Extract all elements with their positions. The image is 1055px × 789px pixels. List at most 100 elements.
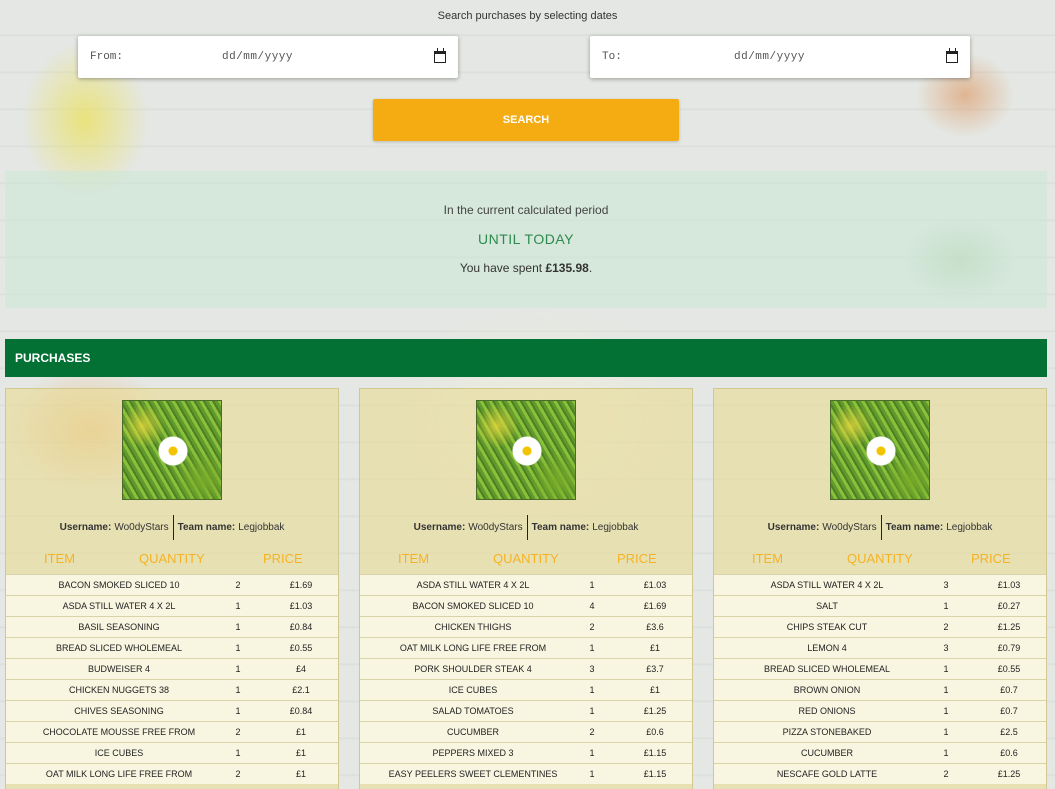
item-quantity: 1 xyxy=(235,685,241,695)
item-price: £1.69 xyxy=(289,580,313,590)
from-date-input[interactable]: From: dd/mm/yyyy xyxy=(78,36,458,78)
item-quantity: 3 xyxy=(589,664,595,674)
table-row: PIZZA STONEBAKED 1 £2.5 xyxy=(714,721,1046,742)
table-row: RED ONIONS 1 £0.7 xyxy=(714,700,1046,721)
item-name: BREAD SLICED WHOLEMEAL xyxy=(763,664,891,674)
item-price: £0.6 xyxy=(646,727,664,737)
daisy-photo xyxy=(476,400,576,500)
column-header-item: ITEM xyxy=(398,551,430,566)
item-name: BREAD SLICED WHOLEMEAL xyxy=(55,643,183,653)
card-user-info: Username: Wo0dyStars Team name: Legjobbak xyxy=(360,515,692,540)
calendar-icon[interactable] xyxy=(434,48,446,63)
date-search-area: Search purchases by selecting dates From… xyxy=(0,0,1055,170)
item-quantity: 2 xyxy=(235,727,241,737)
item-price: £1 xyxy=(295,727,306,737)
item-price: £1.03 xyxy=(997,580,1021,590)
item-quantity: 1 xyxy=(589,748,595,758)
from-date-label: From: xyxy=(90,51,124,63)
item-name: ICE CUBES xyxy=(448,685,498,695)
to-date-label: To: xyxy=(602,51,622,63)
item-name: CHOCOLATE MOUSSE FREE FROM xyxy=(42,727,196,737)
spent-prefix: You have spent xyxy=(459,261,546,275)
item-quantity: 1 xyxy=(589,580,595,590)
purchase-table: ASDA STILL WATER 4 X 2L 1 £1.03 BACON SMOKE… xyxy=(360,574,692,784)
item-name: PIZZA STONEBAKED xyxy=(782,727,872,737)
calendar-icon[interactable] xyxy=(946,48,958,63)
item-name: ASDA STILL WATER 4 X 2L xyxy=(62,601,176,611)
table-row: SALT 1 £0.27 xyxy=(714,595,1046,616)
team-name-label: Team name: xyxy=(885,522,944,533)
purchase-card: Username: Wo0dyStars Team name: Legjobbak IT… xyxy=(359,388,693,789)
item-price: £0.6 xyxy=(1000,748,1018,758)
period-caption: In the current calculated period xyxy=(443,203,609,217)
table-row: CHIVES SEASONING 1 £0.84 xyxy=(6,700,338,721)
search-button[interactable]: SEARCH xyxy=(373,99,679,141)
column-header-price: PRICE xyxy=(263,551,303,566)
item-name: EASY PEELERS SWEET CLEMENTINES xyxy=(388,769,558,779)
item-price: £2.5 xyxy=(1000,727,1018,737)
table-row: PEPPERS MIXED 3 1 £1.15 xyxy=(360,742,692,763)
purchase-table: BACON SMOKED SLICED 10 2 £1.69 ASDA STILL W… xyxy=(6,574,338,784)
item-quantity: 1 xyxy=(235,643,241,653)
item-price: £1.25 xyxy=(997,622,1021,632)
search-caption: Search purchases by selecting dates xyxy=(437,10,618,22)
item-name: ICE CUBES xyxy=(94,748,144,758)
item-name: PEPPERS MIXED 3 xyxy=(432,748,514,758)
table-row: BASIL SEASONING 1 £0.84 xyxy=(6,616,338,637)
item-name: NESCAFE GOLD LATTE xyxy=(776,769,878,779)
item-quantity: 1 xyxy=(943,685,949,695)
item-name: CHIVES SEASONING xyxy=(74,706,164,716)
purchase-table: ASDA STILL WATER 4 X 2L 3 £1.03 SALT 1 £0.27 C… xyxy=(714,574,1046,784)
item-quantity: 1 xyxy=(235,748,241,758)
table-row: OAT MILK LONG LIFE FREE FROM 2 £1 xyxy=(6,763,338,784)
item-name: BACON SMOKED SLICED 10 xyxy=(58,580,180,590)
item-quantity: 1 xyxy=(943,706,949,716)
table-row: BREAD SLICED WHOLEMEAL 1 £0.55 xyxy=(6,637,338,658)
table-row: EASY PEELERS SWEET CLEMENTINES 1 £1.15 xyxy=(360,763,692,784)
item-name: OAT MILK LONG LIFE FREE FROM xyxy=(399,643,547,653)
table-row: CHIPS STEAK CUT 2 £1.25 xyxy=(714,616,1046,637)
table-row: BACON SMOKED SLICED 10 4 £1.69 xyxy=(360,595,692,616)
item-price: £0.79 xyxy=(997,643,1021,653)
item-quantity: 1 xyxy=(589,643,595,653)
table-row: NESCAFE GOLD LATTE 2 £1.25 xyxy=(714,763,1046,784)
daisy-photo xyxy=(122,400,222,500)
column-header-price: PRICE xyxy=(971,551,1011,566)
item-price: £1 xyxy=(649,685,660,695)
team-name-value: Legjobbak xyxy=(592,522,639,533)
item-quantity: 1 xyxy=(943,601,949,611)
purchase-card: Username: Wo0dyStars Team name: Legjobbak IT… xyxy=(5,388,339,789)
card-user-info: Username: Wo0dyStars Team name: Legjobbak xyxy=(6,515,338,540)
period-range: UNTIL TODAY xyxy=(477,231,574,247)
item-quantity: 2 xyxy=(589,622,595,632)
to-date-input[interactable]: To: dd/mm/yyyy xyxy=(590,36,970,78)
item-name: CHICKEN NUGGETS 38 xyxy=(68,685,170,695)
item-quantity: 3 xyxy=(943,580,949,590)
item-name: LEMON 4 xyxy=(807,643,847,653)
card-user-info: Username: Wo0dyStars Team name: Legjobbak xyxy=(714,515,1046,540)
item-quantity: 1 xyxy=(235,601,241,611)
to-date-placeholder: dd/mm/yyyy xyxy=(734,51,806,63)
username-label: Username: xyxy=(59,522,112,533)
table-row: CHOCOLATE MOUSSE FREE FROM 2 £1 xyxy=(6,721,338,742)
item-quantity: 2 xyxy=(235,580,241,590)
table-row: CHICKEN THIGHS 2 £3.6 xyxy=(360,616,692,637)
username-value: Wo0dyStars xyxy=(114,522,169,533)
item-quantity: 4 xyxy=(589,601,595,611)
item-quantity: 2 xyxy=(943,622,949,632)
item-price: £0.27 xyxy=(997,601,1021,611)
table-row: ICE CUBES 1 £1 xyxy=(360,679,692,700)
item-name: CHICKEN THIGHS xyxy=(434,622,512,632)
username-label: Username: xyxy=(413,522,466,533)
item-price: £4 xyxy=(295,664,306,674)
table-header: ITEM QUANTITY PRICE xyxy=(714,551,1046,571)
daisy-photo xyxy=(830,400,930,500)
item-name: RED ONIONS xyxy=(798,706,856,716)
item-price: £0.55 xyxy=(289,643,313,653)
table-row: PORK SHOULDER STEAK 4 3 £3.7 xyxy=(360,658,692,679)
item-quantity: 1 xyxy=(589,685,595,695)
item-price: £0.7 xyxy=(1000,706,1018,716)
item-name: CHIPS STEAK CUT xyxy=(786,622,868,632)
username-label: Username: xyxy=(767,522,820,533)
username-value: Wo0dyStars xyxy=(468,522,523,533)
